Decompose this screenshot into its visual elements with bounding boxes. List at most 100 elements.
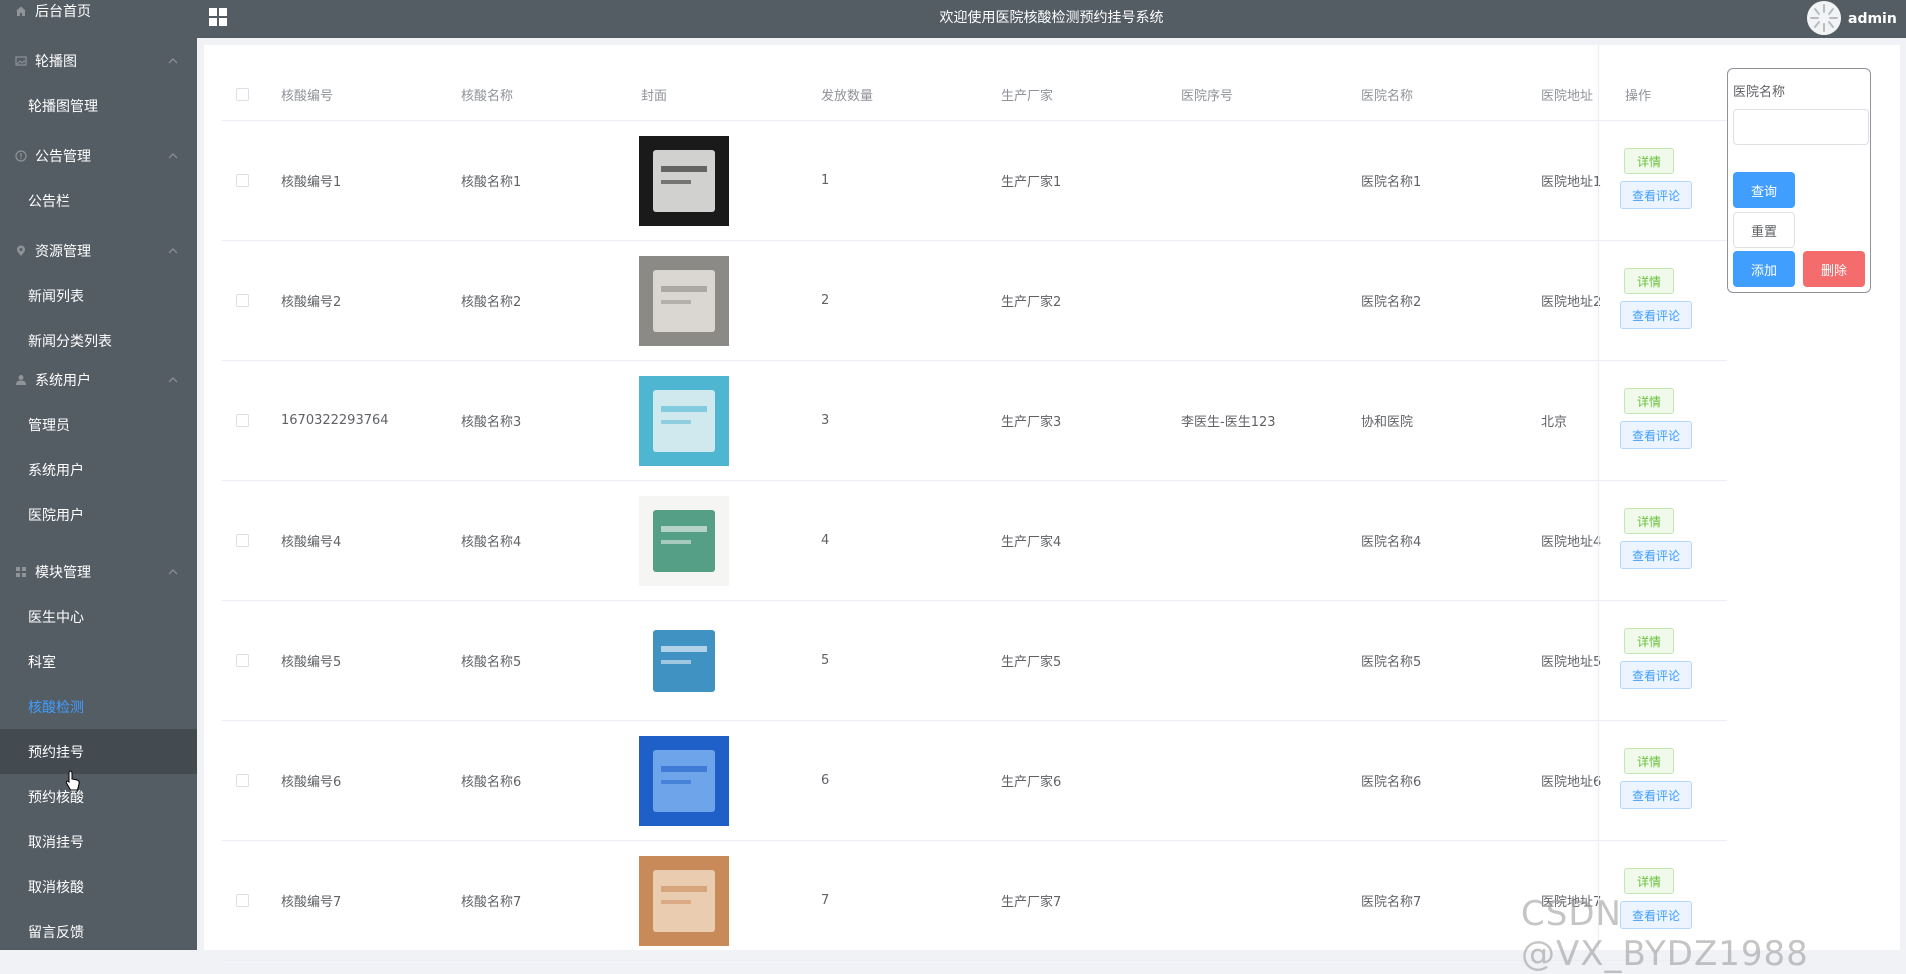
- sidebar-item[interactable]: 留言反馈: [0, 909, 197, 950]
- row-checkbox[interactable]: [236, 774, 249, 787]
- sidebar-item[interactable]: 科室: [0, 639, 197, 684]
- sidebar-group[interactable]: 公告管理: [0, 134, 197, 178]
- hospital-name-label: 医院名称: [1733, 85, 1786, 100]
- cover-image[interactable]: [639, 495, 729, 586]
- table-cell-address: 医院地址6: [1541, 775, 1602, 790]
- add-button[interactable]: 添加: [1733, 251, 1795, 287]
- sidebar-group[interactable]: 模块管理: [0, 550, 197, 594]
- sidebar-item-label: 后台首页: [35, 4, 91, 20]
- cover-image[interactable]: [639, 255, 729, 346]
- sidebar-group[interactable]: 轮播图: [0, 39, 197, 83]
- sidebar-item[interactable]: 系统用户: [0, 447, 197, 492]
- column-header[interactable]: 生产厂家: [1001, 69, 1053, 120]
- table-cell-address: 医院地址4: [1541, 535, 1602, 550]
- sidebar-item[interactable]: 取消挂号: [0, 819, 197, 864]
- detail-button[interactable]: 详情: [1624, 268, 1674, 294]
- sidebar-item[interactable]: 轮播图管理: [0, 83, 197, 128]
- row-checkbox[interactable]: [236, 894, 249, 907]
- reset-button[interactable]: 重置: [1733, 212, 1795, 248]
- table-cell-name: 核酸名称1: [461, 175, 522, 190]
- column-header[interactable]: 封面: [641, 69, 667, 120]
- detail-button[interactable]: 详情: [1624, 148, 1674, 174]
- row-checkbox[interactable]: [236, 174, 249, 187]
- column-header[interactable]: 发放数量: [821, 69, 873, 120]
- table-cell-qty: 5: [821, 653, 830, 668]
- sidebar-item[interactable]: 核酸检测: [0, 684, 197, 729]
- column-header[interactable]: 医院名称: [1361, 69, 1413, 120]
- row-checkbox[interactable]: [236, 534, 249, 547]
- sidebar-item[interactable]: 预约核酸: [0, 774, 197, 819]
- sidebar-item[interactable]: 管理员: [0, 402, 197, 447]
- view-reviews-button[interactable]: 查看评论: [1620, 301, 1692, 329]
- detail-button[interactable]: 详情: [1624, 628, 1674, 654]
- row-checkbox[interactable]: [236, 294, 249, 307]
- table-cell-name: 核酸名称2: [461, 295, 522, 310]
- table-cell-maker: 生产厂家2: [1001, 295, 1062, 310]
- column-header: 操作: [1625, 89, 1652, 104]
- home-icon: [14, 4, 28, 18]
- sidebar-item[interactable]: 新闻分类列表: [0, 318, 197, 363]
- query-button[interactable]: 查询: [1733, 172, 1795, 208]
- detail-button[interactable]: 详情: [1624, 748, 1674, 774]
- delete-button[interactable]: 删除: [1803, 251, 1865, 287]
- table-cell-maker: 生产厂家5: [1001, 655, 1062, 670]
- column-header[interactable]: 核酸编号: [281, 69, 333, 120]
- sidebar-item[interactable]: 医院用户: [0, 492, 197, 537]
- column-header[interactable]: 医院地址: [1541, 69, 1593, 120]
- sidebar-group[interactable]: 系统用户: [0, 358, 197, 402]
- table-cell-hospital-name: 协和医院: [1361, 415, 1414, 430]
- table-cell-code: 核酸编号2: [281, 295, 342, 310]
- view-reviews-button[interactable]: 查看评论: [1620, 781, 1692, 809]
- sidebar-item-home[interactable]: 后台首页: [0, 0, 197, 33]
- view-reviews-button[interactable]: 查看评论: [1620, 661, 1692, 689]
- table-cell-hospital-no: 李医生-医生123: [1181, 415, 1276, 430]
- table-row: 核酸编号4 核酸名称4 4 生产厂家4 医院名称4 医院地址4 详情 查看评论: [222, 481, 1727, 601]
- hospital-name-input[interactable]: [1733, 109, 1869, 145]
- cover-cell: [639, 481, 729, 600]
- row-actions: 详情查看评论: [1617, 121, 1727, 240]
- cover-cell: [639, 121, 729, 240]
- row-checkbox[interactable]: [236, 414, 249, 427]
- table-row: 1670322293764 核酸名称3 3 生产厂家3 李医生-医生123 协和医院 北京 详…: [222, 361, 1727, 481]
- table-cell-hospital-name: 医院名称1: [1361, 175, 1422, 190]
- cover-image[interactable]: [639, 855, 729, 946]
- table-cell-code: 核酸编号7: [281, 895, 342, 910]
- select-all-checkbox[interactable]: [236, 88, 249, 101]
- cover-image[interactable]: [639, 615, 729, 706]
- cover-image[interactable]: [639, 135, 729, 226]
- sidebar-item[interactable]: 取消核酸: [0, 864, 197, 909]
- table-cell-name: 核酸名称3: [461, 415, 522, 430]
- sidebar-group[interactable]: 资源管理: [0, 229, 197, 273]
- view-reviews-button[interactable]: 查看评论: [1620, 541, 1692, 569]
- sidebar-item[interactable]: 医生中心: [0, 594, 197, 639]
- detail-button[interactable]: 详情: [1624, 868, 1674, 894]
- view-reviews-button[interactable]: 查看评论: [1620, 181, 1692, 209]
- column-header[interactable]: 医院序号: [1181, 69, 1233, 120]
- row-actions: 详情查看评论: [1617, 361, 1727, 480]
- view-reviews-button[interactable]: 查看评论: [1620, 421, 1692, 449]
- cover-image[interactable]: [639, 735, 729, 826]
- username[interactable]: admin: [1848, 0, 1897, 38]
- table-row: 核酸编号1 核酸名称1 1 生产厂家1 医院名称1 医院地址1 详情 查看评论: [222, 121, 1727, 241]
- column-header[interactable]: 核酸名称: [461, 69, 513, 120]
- row-actions: 详情查看评论: [1617, 601, 1727, 720]
- table-cell-code: 核酸编号4: [281, 535, 342, 550]
- sidebar-group-label: 系统用户: [35, 373, 91, 389]
- detail-button[interactable]: 详情: [1624, 508, 1674, 534]
- page-title: 欢迎使用医院核酸检测预约挂号系统: [939, 10, 1164, 26]
- grid-icon: [14, 565, 28, 579]
- table-cell-address: 医院地址5: [1541, 655, 1602, 670]
- sidebar-item[interactable]: 预约挂号: [0, 729, 197, 774]
- table-cell-code: 核酸编号5: [281, 655, 342, 670]
- sidebar-item[interactable]: 公告栏: [0, 178, 197, 223]
- row-checkbox[interactable]: [236, 654, 249, 667]
- avatar[interactable]: [1807, 1, 1841, 35]
- watermark-text: CSDN @VX_BYDZ1988: [1521, 894, 1809, 974]
- cover-cell: [639, 721, 729, 840]
- sidebar-item[interactable]: 新闻列表: [0, 273, 197, 318]
- cover-image[interactable]: [639, 375, 729, 466]
- detail-button[interactable]: 详情: [1624, 388, 1674, 414]
- table-cell-maker: 生产厂家6: [1001, 775, 1062, 790]
- search-panel: 医院名称 查询 重置 添加 删除: [1727, 68, 1871, 293]
- table-cell-qty: 6: [821, 773, 830, 788]
